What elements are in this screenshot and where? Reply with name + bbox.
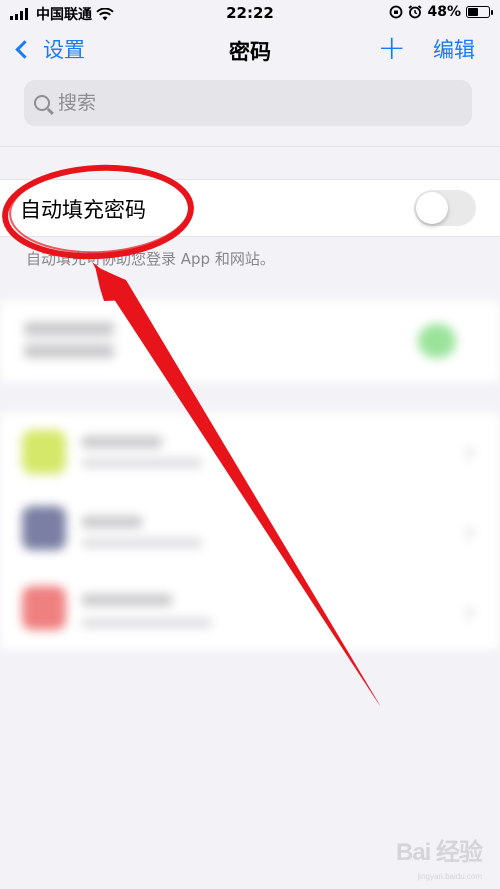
edit-button[interactable]: 编辑 [433, 34, 475, 64]
alarm-icon [408, 5, 423, 19]
search-icon [34, 95, 50, 111]
autofill-label: 自动填充密码 [20, 198, 146, 222]
back-label: 设置 [43, 38, 85, 62]
back-button[interactable]: 设置 [12, 34, 85, 64]
battery-icon [466, 6, 493, 18]
divider [0, 146, 500, 147]
blurred-security-row [0, 300, 500, 382]
status-right: 48% [389, 4, 493, 20]
search-bar[interactable] [24, 80, 472, 126]
watermark-text: Bai 经验 [395, 839, 483, 866]
watermark-subtext: jingyan.baidu.com [417, 872, 482, 881]
blurred-password-list [0, 412, 500, 650]
autofill-toggle[interactable] [414, 190, 476, 226]
navigation-bar: 设置 密码 + 编辑 [0, 28, 500, 72]
autofill-row[interactable]: 自动填充密码 [0, 179, 500, 237]
chevron-left-icon [15, 39, 34, 59]
toggle-knob [416, 192, 448, 224]
add-button[interactable]: + [378, 26, 407, 70]
search-input[interactable] [58, 92, 438, 114]
status-bar: 中国联通 22:22 48% [0, 0, 500, 26]
baidu-jingyan-watermark: Bai 经验 jingyan.baidu.com [395, 832, 483, 881]
battery-percent: 48% [427, 4, 461, 20]
autofill-caption: 自动填充可协助您登录 App 和网站。 [26, 250, 275, 268]
orientation-lock-icon [390, 5, 403, 19]
